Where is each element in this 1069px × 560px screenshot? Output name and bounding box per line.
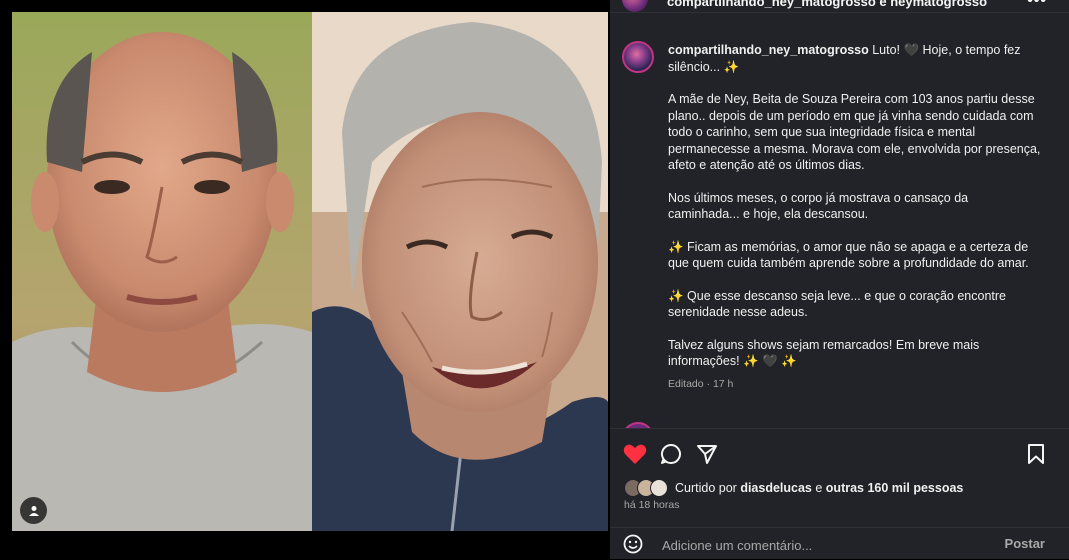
liker-username[interactable]: diasdelucas xyxy=(740,481,812,495)
post-media[interactable] xyxy=(0,0,610,559)
share-icon[interactable] xyxy=(694,441,720,467)
header-usernames[interactable]: compartilhando_ney_matogrosso e neymatog… xyxy=(667,0,987,9)
caption-paragraph: ✨ Que esse descanso seja leve... e que o… xyxy=(668,288,1006,320)
comment-bar: Postar xyxy=(610,527,1069,560)
post-side-panel: compartilhando_ney_matogrosso e neymatog… xyxy=(610,0,1069,559)
caption-section: compartilhando_ney_matogrosso Luto! 🖤 Ho… xyxy=(610,30,1069,428)
likes-summary[interactable]: Curtido por diasdelucas e outras 160 mil… xyxy=(624,479,963,497)
post-header: compartilhando_ney_matogrosso e neymatog… xyxy=(610,0,1069,13)
comment-icon[interactable] xyxy=(658,441,684,467)
person-icon xyxy=(28,505,39,516)
caption-paragraph: Nos últimos meses, o corpo já mostrava o… xyxy=(668,190,969,222)
likes-prefix: Curtido por xyxy=(675,481,741,495)
caption-text: compartilhando_ney_matogrosso Luto! 🖤 Ho… xyxy=(668,42,1043,392)
caption-paragraph: A mãe de Ney, Beita de Souza Pereira com… xyxy=(668,92,1041,172)
post-comment-button[interactable]: Postar xyxy=(1005,536,1045,551)
header-avatar[interactable] xyxy=(622,0,648,12)
comment-input[interactable] xyxy=(660,534,994,556)
caption-meta: Editado · 17 h xyxy=(668,377,734,390)
caption-username[interactable]: compartilhando_ney_matogrosso xyxy=(668,43,869,57)
likes-count[interactable]: outras 160 mil pessoas xyxy=(826,481,964,495)
caption-paragraph: Talvez alguns shows sejam remarcados! Em… xyxy=(668,337,980,369)
bookmark-icon[interactable] xyxy=(1023,441,1049,467)
caption-avatar[interactable] xyxy=(622,41,654,73)
photo-woman xyxy=(312,12,608,531)
like-heart-icon[interactable] xyxy=(622,441,648,467)
photo-man xyxy=(12,12,312,531)
emoji-icon[interactable] xyxy=(622,533,644,555)
liker-avatar xyxy=(650,479,668,497)
likes-connector: e xyxy=(811,481,826,495)
caption-paragraph: ✨ Ficam as memórias, o amor que não se a… xyxy=(668,239,1029,271)
action-bar: Curtido por diasdelucas e outras 160 mil… xyxy=(610,428,1069,519)
more-options-icon[interactable]: ••• xyxy=(1027,0,1047,10)
tagged-users-button[interactable] xyxy=(20,497,47,524)
post-timestamp[interactable]: há 18 horas xyxy=(624,499,679,511)
